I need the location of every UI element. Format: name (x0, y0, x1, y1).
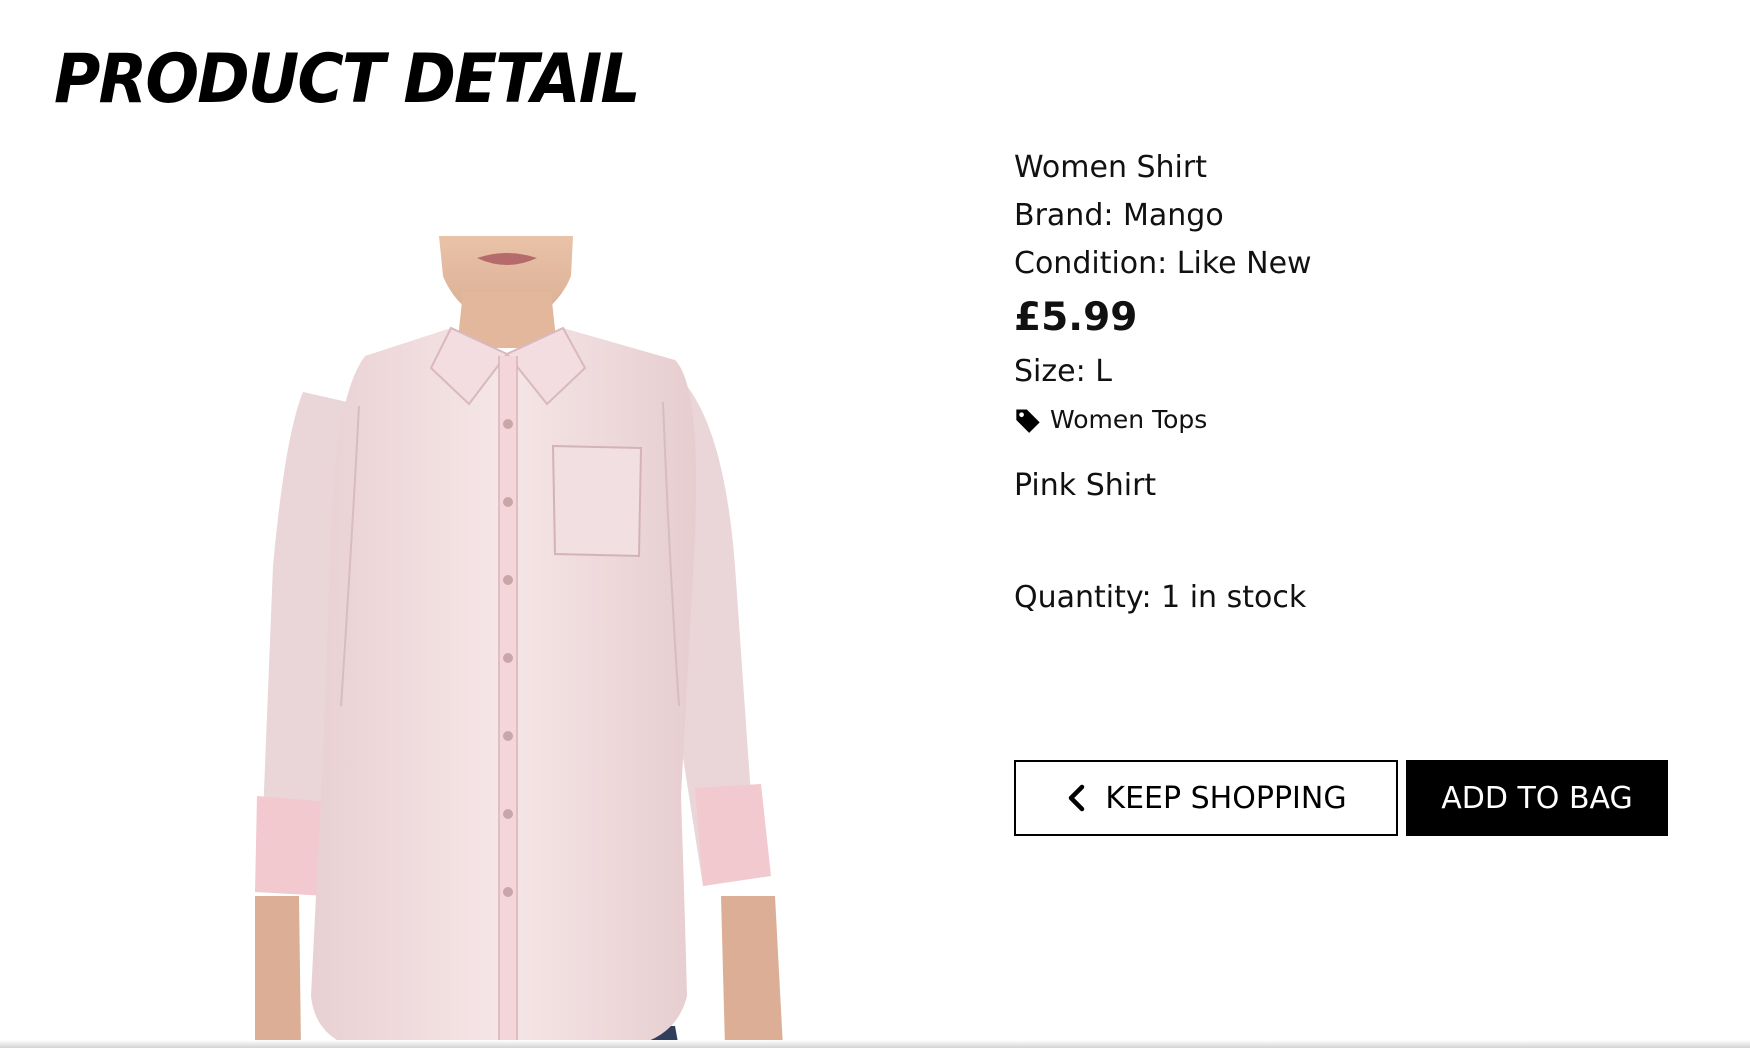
product-image (255, 236, 815, 1048)
category-label: Women Tops (1050, 405, 1208, 434)
product-brand: Brand: Mango (1014, 198, 1224, 233)
product-condition: Condition: Like New (1014, 246, 1312, 281)
action-buttons: KEEP SHOPPING ADD TO BAG (1014, 760, 1668, 836)
product-photo (255, 236, 783, 1048)
page-bottom-divider (0, 1040, 1750, 1048)
product-size: Size: L (1014, 354, 1112, 389)
product-details: Women Shirt Brand: Mango Condition: Like… (1014, 144, 1714, 618)
product-quantity: Quantity: 1 in stock (1014, 580, 1307, 615)
add-to-bag-button[interactable]: ADD TO BAG (1406, 760, 1668, 836)
product-name: Women Shirt (1014, 150, 1207, 185)
add-to-bag-label: ADD TO BAG (1441, 780, 1633, 816)
keep-shopping-button[interactable]: KEEP SHOPPING (1014, 760, 1398, 836)
product-description: Pink Shirt (1014, 468, 1157, 503)
chevron-left-icon (1065, 784, 1089, 812)
tag-icon (1014, 406, 1042, 434)
keep-shopping-label: KEEP SHOPPING (1105, 780, 1347, 816)
product-category[interactable]: Women Tops (1014, 402, 1714, 438)
page-title: PRODUCT DETAIL (54, 40, 641, 119)
product-price: £5.99 (1014, 295, 1138, 340)
